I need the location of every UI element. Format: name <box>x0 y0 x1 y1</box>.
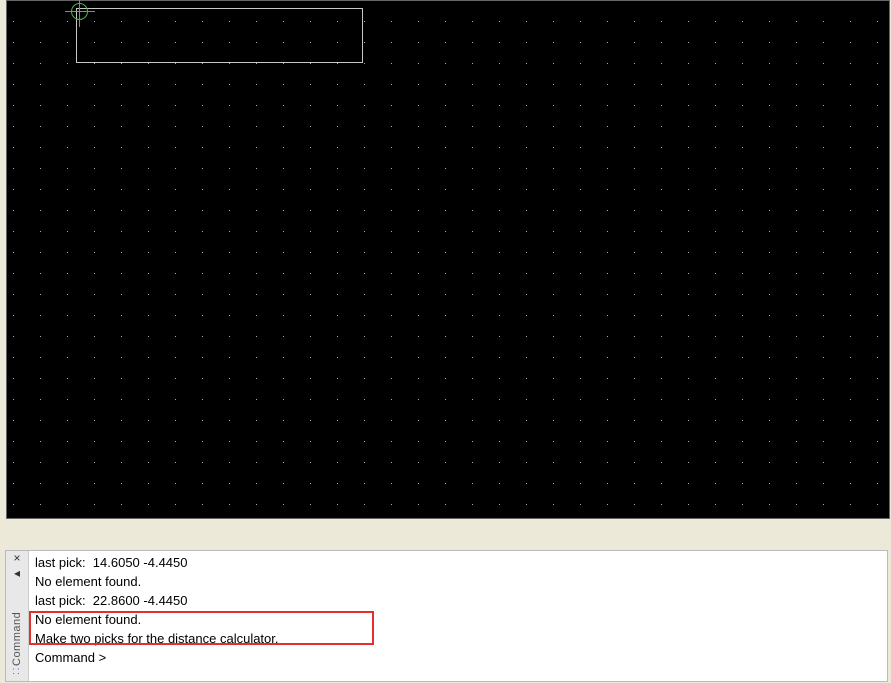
drawing-canvas[interactable] <box>6 0 890 519</box>
command-input[interactable] <box>106 648 881 667</box>
log-line: last pick: 22.8600 -4.4450 <box>35 591 881 610</box>
panel-title-vertical: Command <box>11 589 23 666</box>
command-panel: × ◂ Command :: last pick: 14.6050 -4.445… <box>5 550 888 682</box>
command-prompt-label: Command > <box>35 648 106 667</box>
panel-grip-icon[interactable]: :: <box>6 666 28 681</box>
selection-rectangle <box>76 8 363 63</box>
log-line: No element found. <box>35 610 881 629</box>
command-log: last pick: 14.6050 -4.4450 No element fo… <box>29 551 887 681</box>
log-line: No element found. <box>35 572 881 591</box>
grid-dots <box>7 1 889 518</box>
collapse-icon[interactable]: ◂ <box>6 566 28 581</box>
log-line: last pick: 14.6050 -4.4450 <box>35 553 881 572</box>
close-icon[interactable]: × <box>6 551 28 566</box>
command-panel-side-strip: × ◂ Command :: <box>6 551 29 681</box>
log-line: Make two picks for the distance calculat… <box>35 629 881 648</box>
